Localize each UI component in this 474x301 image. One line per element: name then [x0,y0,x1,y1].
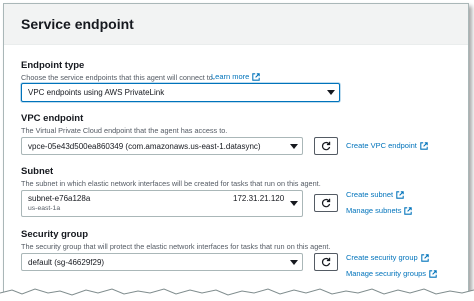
security-group-refresh-button[interactable] [314,253,338,271]
vpc-endpoint-select[interactable]: vpce-05e43d500ea860349 (com.amazonaws.us… [21,137,303,155]
refresh-icon [321,141,331,151]
caret-down-icon [290,201,298,206]
subnet-select[interactable]: subnet-e76a128a us-east-1a 172.31.21.120 [21,190,303,217]
endpoint-type-select[interactable]: VPC endpoints using AWS PrivateLink [21,83,340,102]
endpoint-type-label: Endpoint type [21,60,85,71]
external-link-icon [252,72,261,81]
manage-security-groups-link[interactable]: Manage security groups [346,269,437,278]
external-link-icon [420,141,428,150]
external-link-icon [420,253,429,262]
create-security-group-link[interactable]: Create security group [346,253,429,262]
learn-more-link[interactable]: Learn more [211,72,261,81]
vpc-endpoint-value: vpce-05e43d500ea860349 (com.amazonaws.us… [28,142,261,151]
vpc-endpoint-description: The Virtual Private Cloud endpoint that … [21,126,228,135]
manage-security-groups-label: Manage security groups [346,269,427,278]
refresh-icon [321,257,331,267]
manage-subnets-link[interactable]: Manage subnets [346,206,413,215]
vpc-endpoint-refresh-button[interactable] [314,137,338,155]
security-group-label: Security group [21,229,89,240]
caret-down-icon [290,260,298,265]
subnet-value: subnet-e76a128a [28,194,91,203]
vpc-endpoint-label: VPC endpoint [21,113,84,124]
subnet-zone: us-east-1a [28,205,61,212]
learn-more-label: Learn more [211,72,250,81]
create-subnet-label: Create subnet [346,190,394,199]
external-link-icon [429,269,437,278]
service-endpoint-panel: Service endpoint Endpoint type Choose th… [3,3,469,297]
caret-down-icon [327,90,335,95]
endpoint-type-description: Choose the service endpoints that this a… [21,73,215,82]
create-security-group-label: Create security group [346,253,418,262]
endpoint-type-value: VPC endpoints using AWS PrivateLink [28,88,165,97]
panel-title: Service endpoint [21,16,134,32]
panel-header: Service endpoint [4,4,468,45]
security-group-select[interactable]: default (sg-46629f29) [21,253,303,271]
subnet-refresh-button[interactable] [314,194,338,212]
subnet-description: The subnet in which elastic network inte… [21,179,321,188]
refresh-icon [321,198,331,208]
torn-edge-decoration [0,288,474,301]
external-link-icon [396,190,404,199]
manage-subnets-label: Manage subnets [346,206,402,215]
create-vpc-endpoint-link[interactable]: Create VPC endpoint [346,141,428,150]
subnet-label: Subnet [21,166,54,177]
create-subnet-link[interactable]: Create subnet [346,190,404,199]
external-link-icon [404,206,413,215]
caret-down-icon [290,144,298,149]
subnet-cidr: 172.31.21.120 [233,194,285,203]
create-vpc-endpoint-label: Create VPC endpoint [346,141,417,150]
security-group-description: The security group that will protect the… [21,242,331,251]
security-group-value: default (sg-46629f29) [28,258,105,267]
